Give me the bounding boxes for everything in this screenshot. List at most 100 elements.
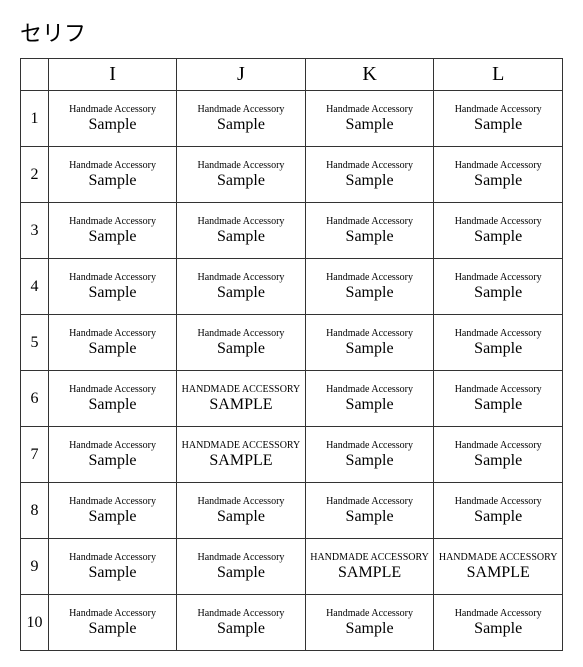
table-row: Handmade AccessorySample [305,483,434,539]
table-row: Handmade AccessorySample [48,91,176,147]
cell-top-label: Handmade Accessory [181,104,301,116]
cell-top-label: Handmade Accessory [310,608,430,620]
table-row: Handmade AccessorySample [48,147,176,203]
table-row: Handmade AccessorySample [434,91,563,147]
col-header-J: J [177,59,306,91]
row-number: 9 [21,539,49,595]
cell-top-label: Handmade Accessory [53,216,172,228]
cell-main-text: Sample [438,396,558,414]
cell-top-label: Handmade Accessory [53,608,172,620]
table-row: Handmade AccessorySample [48,595,176,651]
row-number: 3 [21,203,49,259]
table-row: Handmade AccessorySample [48,203,176,259]
cell-top-label: Handmade Accessory [53,272,172,284]
font-sample-table: I J K L 1Handmade AccessorySampleHandmad… [20,58,563,651]
cell-main-text: Sample [181,564,301,582]
table-row: Handmade AccessorySample [48,315,176,371]
table-row: Handmade AccessorySample [48,427,176,483]
table-row: HANDMADE ACCESSORYSAMPLE [434,539,563,595]
cell-top-label: Handmade Accessory [53,104,172,116]
table-row: HANDMADE ACCESSORYSAMPLE [177,427,306,483]
cell-top-label: HANDMADE ACCESSORY [181,440,301,452]
cell-main-text: Sample [53,172,172,190]
table-row: Handmade AccessorySample [177,483,306,539]
table-row: HANDMADE ACCESSORYSAMPLE [305,539,434,595]
cell-main-text: Sample [310,340,430,358]
cell-top-label: Handmade Accessory [181,496,301,508]
col-header-L: L [434,59,563,91]
row-number: 8 [21,483,49,539]
cell-main-text: SAMPLE [310,564,430,582]
table-row: Handmade AccessorySample [434,259,563,315]
cell-main-text: Sample [53,508,172,526]
cell-top-label: Handmade Accessory [438,608,558,620]
table-row: Handmade AccessorySample [305,203,434,259]
cell-main-text: Sample [438,116,558,134]
cell-top-label: Handmade Accessory [53,160,172,172]
col-header-I: I [48,59,176,91]
cell-main-text: Sample [181,284,301,302]
table-row: Handmade AccessorySample [434,147,563,203]
cell-main-text: Sample [181,620,301,638]
cell-top-label: Handmade Accessory [310,440,430,452]
table-row: Handmade AccessorySample [305,91,434,147]
table-row: Handmade AccessorySample [305,595,434,651]
cell-main-text: Sample [53,396,172,414]
cell-main-text: Sample [438,340,558,358]
cell-main-text: Sample [438,452,558,470]
table-row: Handmade AccessorySample [434,483,563,539]
cell-top-label: Handmade Accessory [438,328,558,340]
table-row: Handmade AccessorySample [177,203,306,259]
cell-top-label: Handmade Accessory [53,440,172,452]
table-row: HANDMADE ACCESSORYSAMPLE [177,371,306,427]
cell-top-label: HANDMADE ACCESSORY [310,552,430,564]
cell-top-label: Handmade Accessory [310,384,430,396]
cell-top-label: Handmade Accessory [310,104,430,116]
cell-top-label: Handmade Accessory [310,216,430,228]
page-title: セリフ [20,16,563,48]
cell-top-label: Handmade Accessory [53,552,172,564]
cell-top-label: HANDMADE ACCESSORY [438,552,558,564]
cell-main-text: Sample [310,228,430,246]
cell-main-text: Sample [181,508,301,526]
cell-top-label: Handmade Accessory [438,216,558,228]
cell-top-label: Handmade Accessory [181,552,301,564]
table-row: Handmade AccessorySample [434,315,563,371]
cell-top-label: HANDMADE ACCESSORY [181,384,301,396]
cell-main-text: Sample [53,340,172,358]
table-row: Handmade AccessorySample [305,259,434,315]
cell-top-label: Handmade Accessory [53,384,172,396]
table-row: Handmade AccessorySample [305,315,434,371]
table-row: Handmade AccessorySample [177,539,306,595]
cell-main-text: Sample [181,340,301,358]
cell-main-text: Sample [310,396,430,414]
cell-top-label: Handmade Accessory [438,160,558,172]
cell-main-text: Sample [438,508,558,526]
cell-main-text: Sample [438,284,558,302]
row-number: 5 [21,315,49,371]
row-number: 4 [21,259,49,315]
cell-main-text: SAMPLE [181,452,301,470]
cell-main-text: Sample [181,228,301,246]
table-row: Handmade AccessorySample [177,259,306,315]
row-number: 7 [21,427,49,483]
cell-main-text: Sample [310,508,430,526]
table-row: Handmade AccessorySample [48,539,176,595]
cell-main-text: Sample [310,284,430,302]
cell-top-label: Handmade Accessory [181,272,301,284]
cell-main-text: Sample [53,284,172,302]
cell-top-label: Handmade Accessory [438,104,558,116]
cell-top-label: Handmade Accessory [310,160,430,172]
cell-main-text: Sample [310,620,430,638]
table-row: Handmade AccessorySample [305,371,434,427]
cell-top-label: Handmade Accessory [53,328,172,340]
cell-main-text: Sample [310,172,430,190]
cell-main-text: Sample [310,116,430,134]
table-row: Handmade AccessorySample [305,147,434,203]
table-row: Handmade AccessorySample [434,203,563,259]
cell-top-label: Handmade Accessory [181,216,301,228]
cell-top-label: Handmade Accessory [310,328,430,340]
row-number: 2 [21,147,49,203]
cell-top-label: Handmade Accessory [181,608,301,620]
table-row: Handmade AccessorySample [48,371,176,427]
